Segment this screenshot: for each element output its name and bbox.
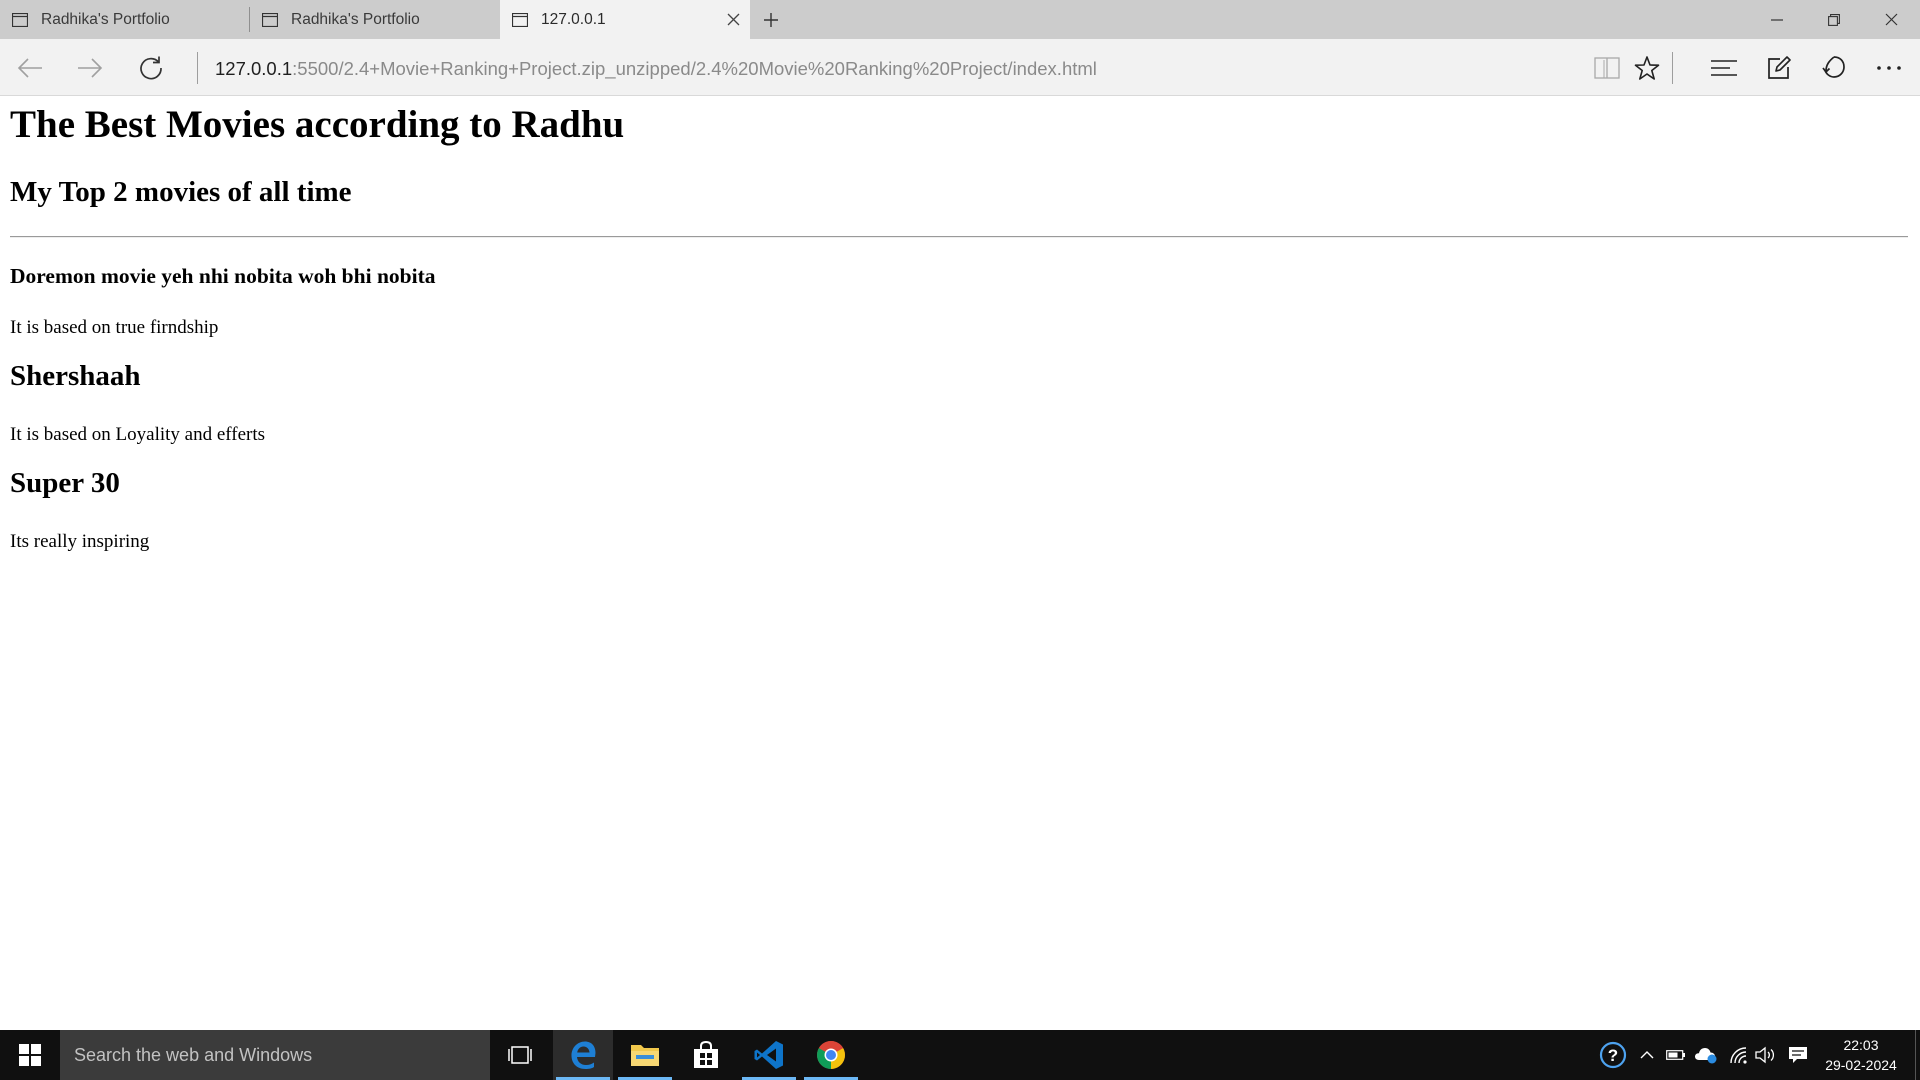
close-window-button[interactable] (1863, 0, 1919, 39)
chevron-up-icon (1640, 1051, 1654, 1059)
tab-radhikas-portfolio-1[interactable]: Radhika's Portfolio (0, 0, 250, 39)
forward-arrow-icon (78, 58, 103, 78)
minimize-icon (1771, 18, 1783, 21)
tab-strip: Radhika's Portfolio Radhika's Portfolio … (0, 0, 1920, 39)
share-button[interactable] (1817, 51, 1851, 85)
reading-view-button[interactable] (1590, 51, 1624, 85)
taskbar-clock[interactable]: 22:03 29-02-2024 (1815, 1035, 1907, 1075)
speaker-icon (1755, 1046, 1775, 1064)
book-icon (1594, 57, 1620, 79)
start-button[interactable] (0, 1030, 60, 1080)
address-divider (197, 52, 198, 84)
more-button[interactable] (1872, 51, 1906, 85)
ellipsis-icon (1877, 66, 1901, 70)
share-icon (1822, 56, 1845, 78)
battery-icon (1666, 1050, 1685, 1060)
back-arrow-icon (17, 58, 42, 78)
navigation-bar: 127.0.0.1:5500/2.4+Movie+Ranking+Project… (0, 39, 1920, 96)
page-icon (12, 12, 28, 27)
show-hidden-icons-button[interactable] (1635, 1043, 1659, 1067)
forward-button[interactable] (73, 51, 107, 85)
new-tab-button[interactable] (757, 8, 785, 32)
restore-button[interactable] (1806, 0, 1862, 39)
page-icon (512, 12, 528, 27)
back-button[interactable] (13, 51, 47, 85)
svg-text:?: ? (1608, 1046, 1618, 1065)
taskbar-file-explorer[interactable] (615, 1030, 675, 1080)
clock-time: 22:03 (1843, 1037, 1879, 1053)
address-bar[interactable]: 127.0.0.1:5500/2.4+Movie+Ranking+Project… (215, 58, 1097, 80)
cloud-icon (1695, 1048, 1717, 1064)
movie-description-3: Its really inspiring (10, 531, 150, 552)
url-host: 127.0.0.1 (215, 58, 293, 79)
url-path: :5500/2.4+Movie+Ranking+Project.zip_unzi… (292, 58, 1097, 79)
folder-icon (631, 1045, 659, 1066)
tab-title: 127.0.0.1 (541, 10, 606, 28)
toolbar-divider (1672, 52, 1673, 84)
taskbar-store[interactable] (676, 1030, 736, 1080)
taskbar-edge[interactable] (553, 1030, 613, 1080)
movie-description-1: It is based on true firndship (10, 317, 219, 338)
minimize-button[interactable] (1749, 0, 1805, 39)
tab-close-icon[interactable] (724, 10, 742, 28)
page-icon (262, 12, 278, 27)
movie-description-2: It is based on Loyality and efferts (10, 424, 266, 445)
web-page: The Best Movies according to Radhu My To… (0, 96, 1920, 1030)
hub-icon (1711, 60, 1737, 76)
tab-localhost[interactable]: 127.0.0.1 (500, 0, 750, 39)
refresh-icon (140, 56, 162, 80)
wifi-tray-icon[interactable] (1727, 1043, 1751, 1067)
page-subtitle: My Top 2 movies of all time (10, 176, 352, 208)
windows-logo-icon (19, 1044, 41, 1066)
taskbar-vscode[interactable] (739, 1030, 799, 1080)
star-icon (1634, 56, 1660, 80)
hub-button[interactable] (1707, 51, 1741, 85)
store-icon (694, 1041, 718, 1068)
tab-title: Radhika's Portfolio (41, 10, 170, 28)
tab-title: Radhika's Portfolio (291, 10, 420, 28)
divider (10, 236, 1908, 238)
wifi-icon (1730, 1047, 1747, 1064)
taskbar-search-box[interactable]: Search the web and Windows (60, 1030, 490, 1080)
help-tray-icon[interactable]: ? (1599, 1041, 1627, 1069)
pen-note-icon (1768, 56, 1791, 79)
plus-icon (764, 13, 778, 27)
vscode-icon (754, 1041, 783, 1069)
task-view-icon (508, 1046, 532, 1064)
restore-icon (1828, 13, 1840, 26)
movie-title-2: Shershaah (10, 360, 141, 392)
help-icon: ? (1599, 1041, 1627, 1069)
battery-tray-icon[interactable] (1664, 1043, 1688, 1067)
task-view-button[interactable] (490, 1030, 550, 1080)
edge-icon (571, 1041, 596, 1069)
page-title: The Best Movies according to Radhu (10, 103, 625, 146)
notification-icon (1789, 1047, 1807, 1063)
clock-date: 29-02-2024 (1825, 1057, 1897, 1073)
tab-radhikas-portfolio-2[interactable]: Radhika's Portfolio (250, 0, 500, 39)
movie-title-3: Super 30 (10, 467, 120, 499)
taskbar: Search the web and Windows ? 22:03 29-02… (0, 1030, 1920, 1080)
refresh-button[interactable] (134, 51, 168, 85)
movie-title-1: Doremon movie yeh nhi nobita woh bhi nob… (10, 264, 436, 288)
search-placeholder: Search the web and Windows (74, 1044, 313, 1065)
chrome-icon (817, 1041, 845, 1069)
close-icon (1885, 13, 1897, 26)
taskbar-chrome[interactable] (801, 1030, 861, 1080)
action-center-button[interactable] (1786, 1043, 1810, 1067)
volume-tray-icon[interactable] (1754, 1043, 1778, 1067)
favorite-button[interactable] (1630, 51, 1664, 85)
show-desktop-button[interactable] (1915, 1030, 1920, 1080)
onedrive-tray-icon[interactable] (1694, 1043, 1718, 1067)
web-note-button[interactable] (1762, 51, 1796, 85)
